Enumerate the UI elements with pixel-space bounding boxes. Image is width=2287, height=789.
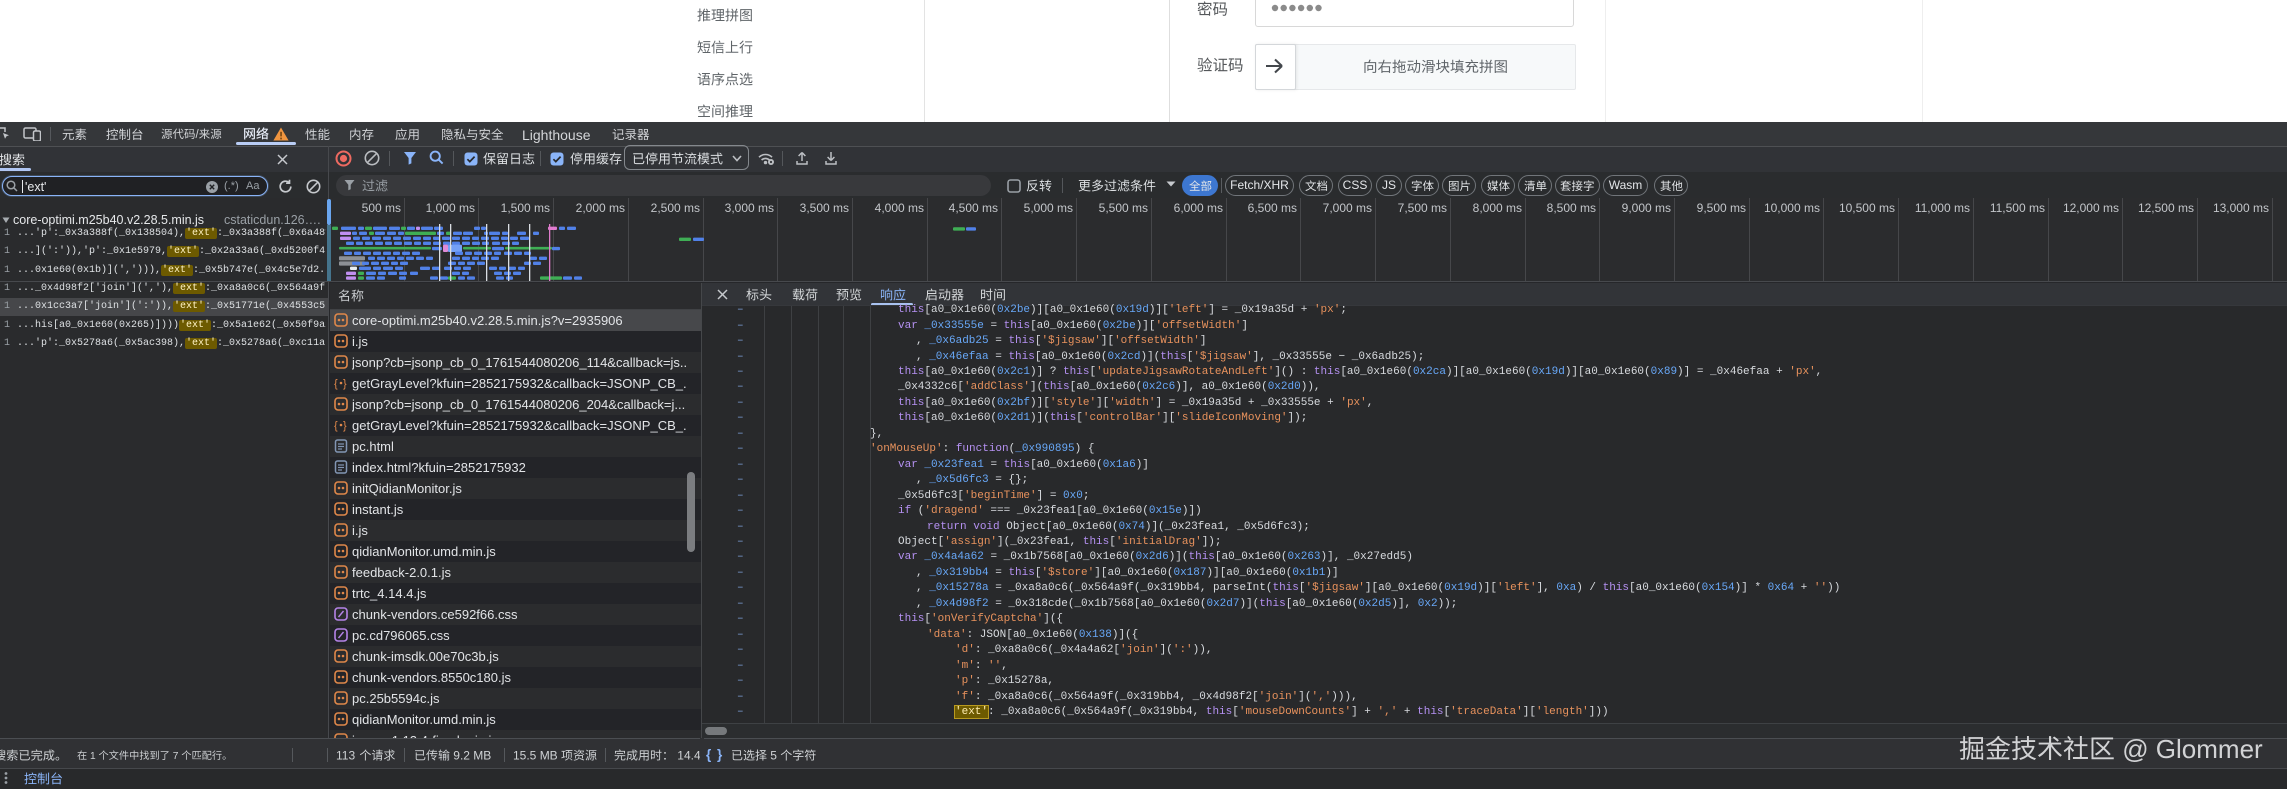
svg-text:{: {: [334, 378, 338, 390]
svg-text:MB: MB: [540, 749, 558, 763]
svg-text:9.2: 9.2: [453, 749, 470, 763]
svg-text:}: }: [343, 420, 347, 432]
svg-text:{: {: [334, 420, 338, 432]
svg-text:5: 5: [770, 749, 777, 763]
svg-text:MB: MB: [473, 749, 491, 763]
svg-text:113: 113: [336, 749, 355, 763]
svg-text:}: }: [343, 378, 347, 390]
svg-text:Glommer: Glommer: [2156, 734, 2263, 764]
svg-text:/: /: [196, 129, 200, 141]
svg-text:1: 1: [90, 751, 96, 762]
svg-text:7: 7: [173, 751, 179, 762]
svg-text:@: @: [2122, 734, 2148, 764]
svg-text:15.5: 15.5: [513, 749, 537, 763]
